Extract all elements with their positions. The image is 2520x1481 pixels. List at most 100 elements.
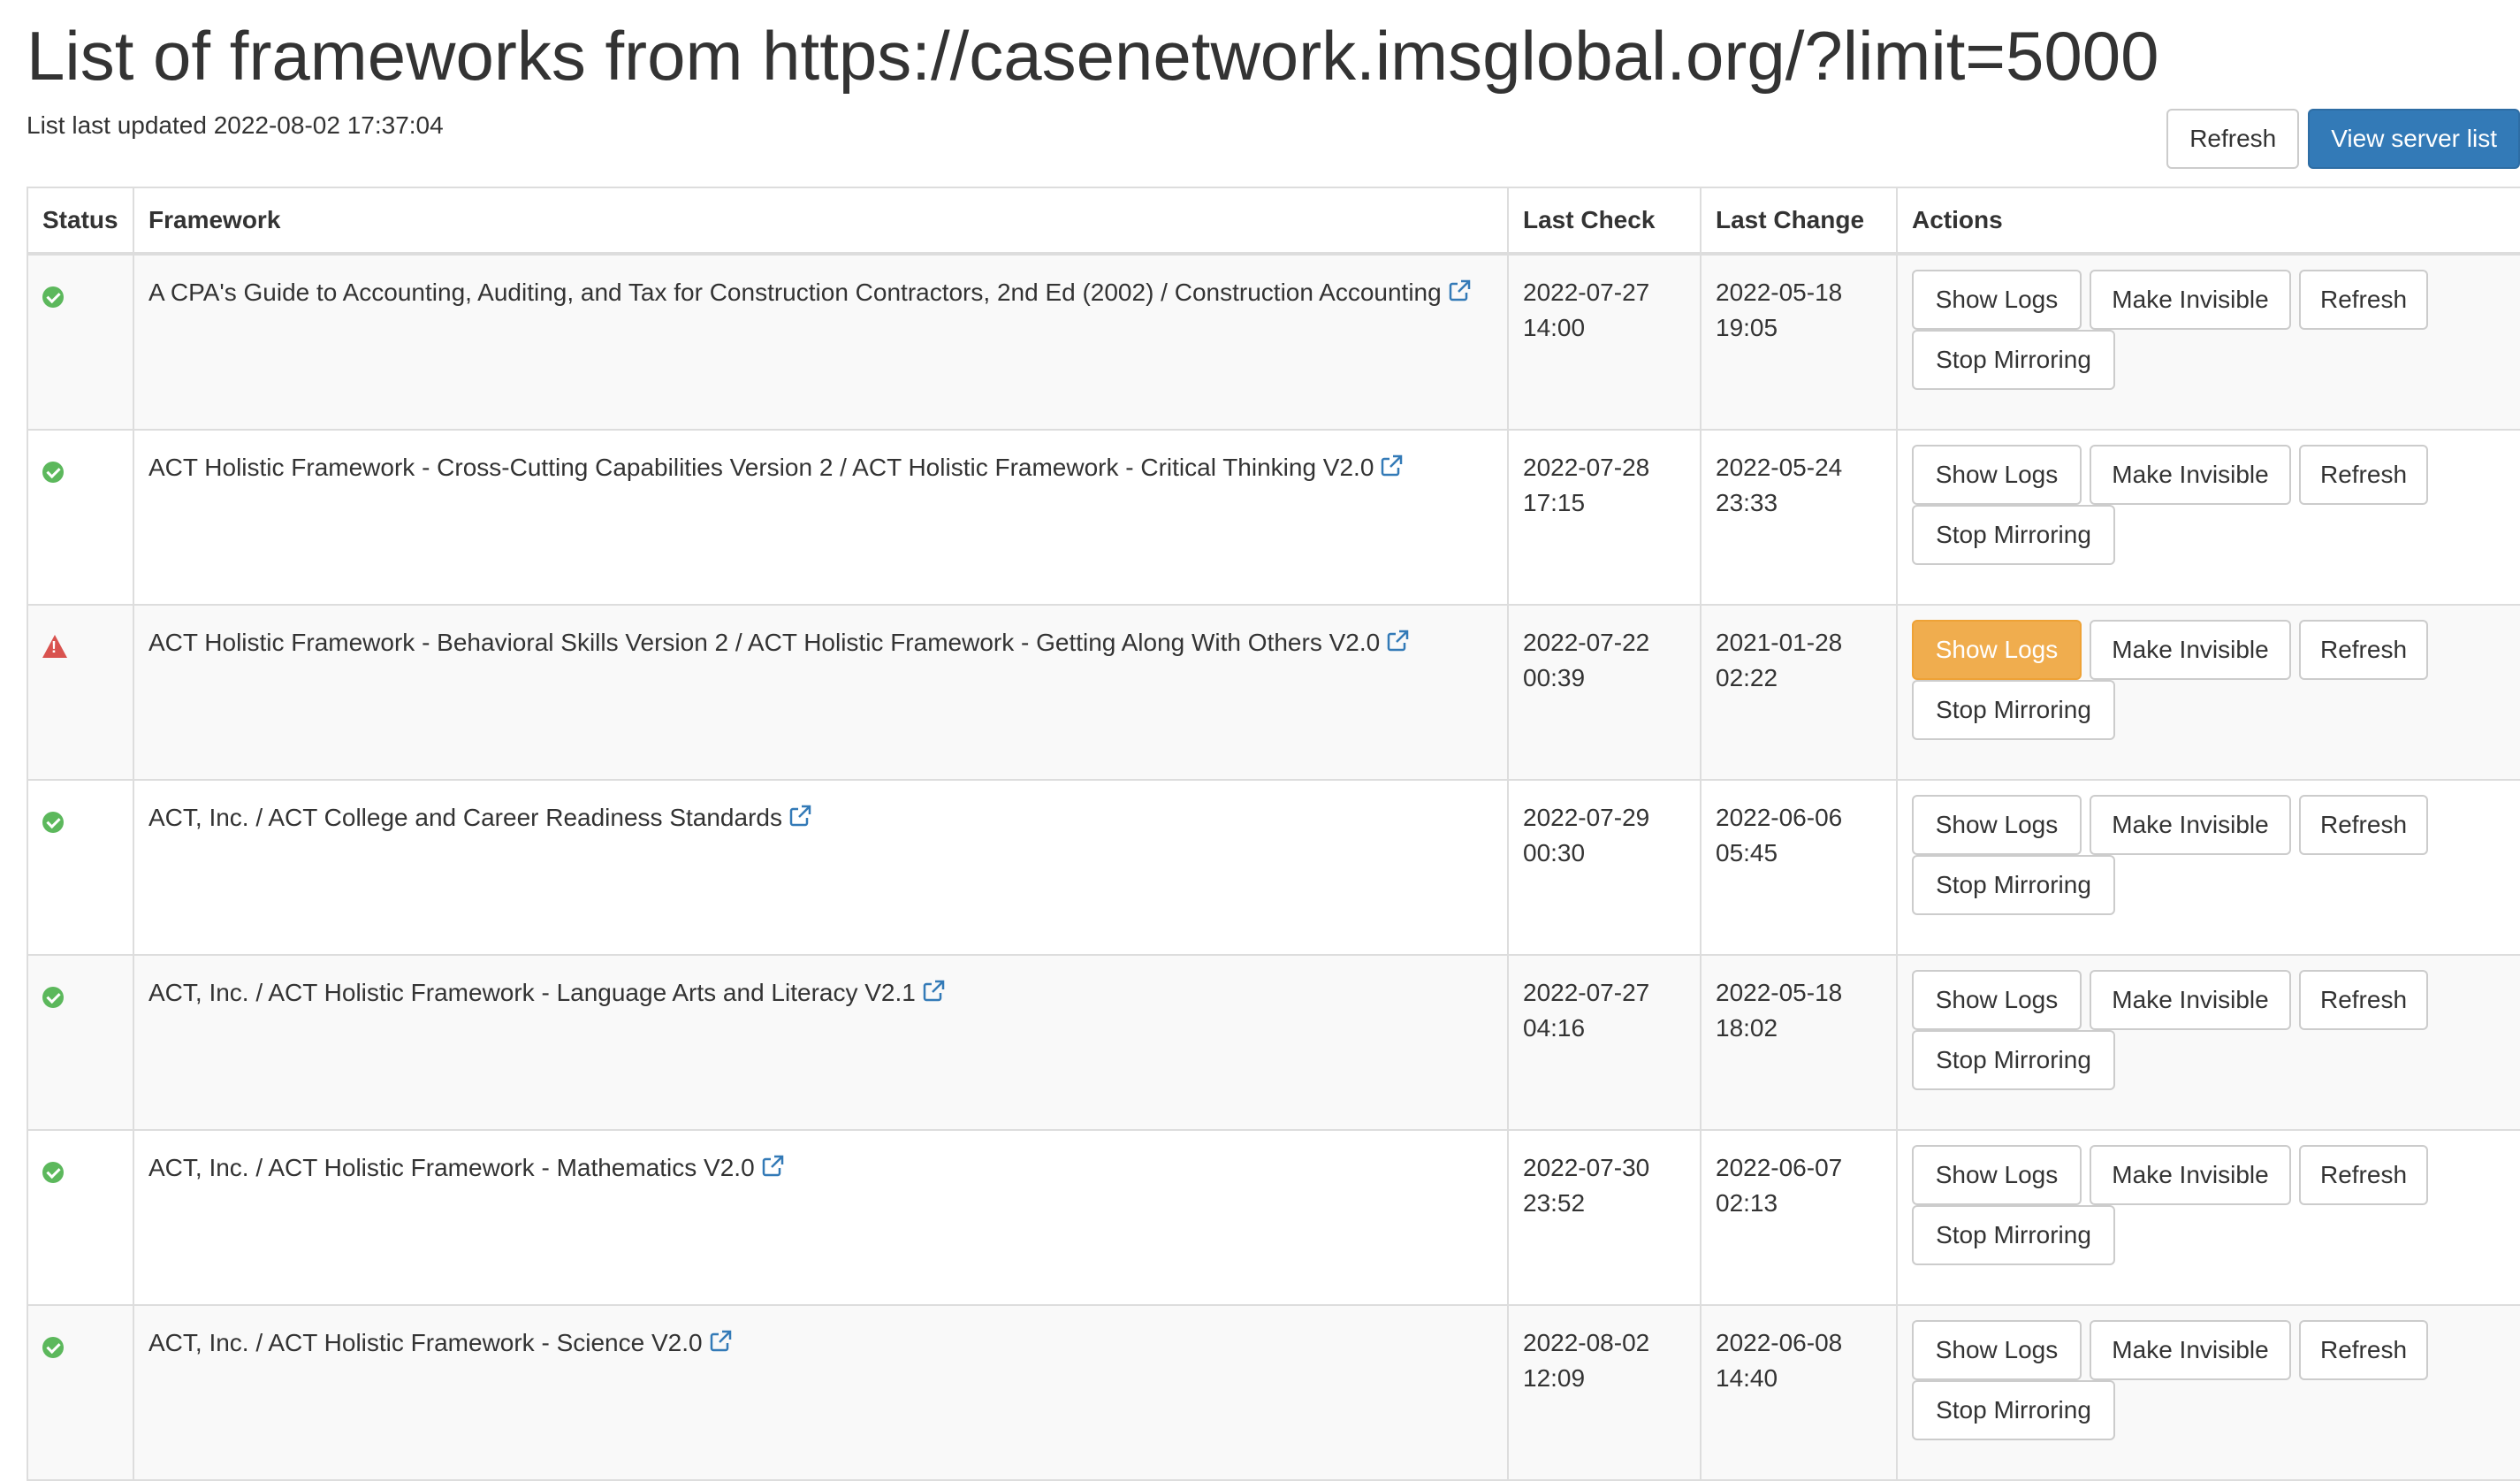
show-logs-button[interactable]: Show Logs	[1912, 1145, 2082, 1205]
actions-cell: Show Logs Make Invisible Refresh Stop Mirro…	[1896, 1129, 2520, 1306]
last-check-time: 17:15	[1523, 489, 1586, 516]
framework-cell: ACT Holistic Framework - Behavioral Skil…	[133, 604, 1509, 781]
make-invisible-button[interactable]: Make Invisible	[2090, 270, 2291, 330]
external-link-icon[interactable]	[708, 1329, 733, 1354]
external-link-icon[interactable]	[921, 979, 946, 1004]
last-check-date: 2022-07-30	[1523, 1154, 1650, 1181]
status-cell	[27, 779, 134, 956]
stop-mirroring-button[interactable]: Stop Mirroring	[1912, 330, 2115, 390]
table-row: ACT, Inc. / ACT Holistic Framework - Lan…	[27, 954, 2520, 1131]
table-row: ACT Holistic Framework - Behavioral Skil…	[27, 604, 2520, 781]
show-logs-button[interactable]: Show Logs	[1912, 795, 2082, 855]
actions-cell: Show Logs Make Invisible Refresh Stop Mirro…	[1896, 954, 2520, 1131]
show-logs-button[interactable]: Show Logs	[1912, 970, 2082, 1030]
last-change-cell: 2022-05-24 23:33	[1700, 429, 1898, 606]
framework-name: ACT, Inc. / ACT Holistic Framework - Sci…	[148, 1329, 703, 1356]
table-row: ACT, Inc. / ACT Holistic Framework - Sci…	[27, 1304, 2520, 1481]
row-refresh-button[interactable]: Refresh	[2299, 445, 2428, 505]
framework-name: ACT Holistic Framework - Cross-Cutting C…	[148, 454, 1374, 481]
last-check-date: 2022-07-22	[1523, 629, 1650, 656]
last-check-cell: 2022-07-28 17:15	[1507, 429, 1702, 606]
last-change-time: 18:02	[1716, 1014, 1778, 1042]
row-refresh-button[interactable]: Refresh	[2299, 970, 2428, 1030]
last-check-time: 04:16	[1523, 1014, 1586, 1042]
check-circle-icon	[42, 1337, 64, 1358]
actions-cell: Show Logs Make Invisible Refresh Stop Mirro…	[1896, 1304, 2520, 1481]
check-circle-icon	[42, 812, 64, 833]
show-logs-button[interactable]: Show Logs	[1912, 1320, 2082, 1380]
last-check-cell: 2022-08-02 12:09	[1507, 1304, 1702, 1481]
framework-cell: ACT, Inc. / ACT Holistic Framework - Sci…	[133, 1304, 1509, 1481]
external-link-icon[interactable]	[788, 804, 812, 828]
make-invisible-button[interactable]: Make Invisible	[2090, 1145, 2291, 1205]
table-row: ACT, Inc. / ACT College and Career Readi…	[27, 779, 2520, 956]
row-refresh-button[interactable]: Refresh	[2299, 620, 2428, 680]
actions-cell: Show Logs Make Invisible Refresh Stop Mirro…	[1896, 429, 2520, 606]
external-link-icon[interactable]	[760, 1154, 785, 1179]
framework-name: ACT, Inc. / ACT College and Career Readi…	[148, 804, 782, 831]
row-refresh-button[interactable]: Refresh	[2299, 795, 2428, 855]
column-header-last-change: Last Change	[1700, 187, 1898, 256]
last-check-time: 12:09	[1523, 1364, 1586, 1392]
page-title: List of frameworks from https://casenetw…	[27, 17, 2159, 95]
stop-mirroring-button[interactable]: Stop Mirroring	[1912, 1380, 2115, 1440]
status-cell	[27, 1129, 134, 1306]
make-invisible-button[interactable]: Make Invisible	[2090, 445, 2291, 505]
frameworks-table-container: Status Framework Last Check Last Change …	[27, 187, 2520, 1481]
show-logs-button[interactable]: Show Logs	[1912, 270, 2082, 330]
last-check-date: 2022-07-29	[1523, 804, 1650, 831]
framework-cell: ACT, Inc. / ACT Holistic Framework - Lan…	[133, 954, 1509, 1131]
last-check-time: 14:00	[1523, 314, 1586, 341]
make-invisible-button[interactable]: Make Invisible	[2090, 620, 2291, 680]
row-refresh-button[interactable]: Refresh	[2299, 1320, 2428, 1380]
external-link-icon[interactable]	[1379, 454, 1404, 478]
table-row: ACT Holistic Framework - Cross-Cutting C…	[27, 429, 2520, 606]
show-logs-button[interactable]: Show Logs	[1912, 620, 2082, 680]
stop-mirroring-button[interactable]: Stop Mirroring	[1912, 505, 2115, 565]
check-circle-icon	[42, 286, 64, 308]
stop-mirroring-button[interactable]: Stop Mirroring	[1912, 1030, 2115, 1090]
last-check-date: 2022-07-27	[1523, 979, 1650, 1006]
last-change-time: 19:05	[1716, 314, 1778, 341]
warning-triangle-icon	[42, 635, 67, 658]
last-change-date: 2022-06-07	[1716, 1154, 1843, 1181]
last-change-cell: 2021-01-28 02:22	[1700, 604, 1898, 781]
row-refresh-button[interactable]: Refresh	[2299, 270, 2428, 330]
last-change-time: 14:40	[1716, 1364, 1778, 1392]
row-refresh-button[interactable]: Refresh	[2299, 1145, 2428, 1205]
last-change-date: 2022-05-18	[1716, 279, 1843, 306]
last-change-date: 2022-06-06	[1716, 804, 1843, 831]
stop-mirroring-button[interactable]: Stop Mirroring	[1912, 855, 2115, 915]
framework-cell: ACT Holistic Framework - Cross-Cutting C…	[133, 429, 1509, 606]
refresh-list-button[interactable]: Refresh	[2166, 109, 2300, 169]
framework-name: A CPA's Guide to Accounting, Auditing, a…	[148, 279, 1442, 306]
column-header-last-check: Last Check	[1507, 187, 1702, 256]
make-invisible-button[interactable]: Make Invisible	[2090, 970, 2291, 1030]
actions-cell: Show Logs Make Invisible Refresh Stop Mirro…	[1896, 604, 2520, 781]
status-cell	[27, 429, 134, 606]
last-change-time: 05:45	[1716, 839, 1778, 866]
status-cell	[27, 1304, 134, 1481]
last-change-date: 2021-01-28	[1716, 629, 1843, 656]
table-row: A CPA's Guide to Accounting, Auditing, a…	[27, 253, 2520, 431]
last-change-time: 02:13	[1716, 1189, 1778, 1217]
check-circle-icon	[42, 987, 64, 1008]
last-check-cell: 2022-07-30 23:52	[1507, 1129, 1702, 1306]
external-link-icon[interactable]	[1385, 629, 1410, 653]
framework-cell: ACT, Inc. / ACT Holistic Framework - Mat…	[133, 1129, 1509, 1306]
status-cell	[27, 954, 134, 1131]
make-invisible-button[interactable]: Make Invisible	[2090, 1320, 2291, 1380]
make-invisible-button[interactable]: Make Invisible	[2090, 795, 2291, 855]
stop-mirroring-button[interactable]: Stop Mirroring	[1912, 680, 2115, 740]
view-server-list-button[interactable]: View server list	[2308, 109, 2520, 169]
stop-mirroring-button[interactable]: Stop Mirroring	[1912, 1205, 2115, 1265]
show-logs-button[interactable]: Show Logs	[1912, 445, 2082, 505]
external-link-icon[interactable]	[1447, 279, 1472, 303]
last-check-cell: 2022-07-22 00:39	[1507, 604, 1702, 781]
last-check-time: 00:39	[1523, 664, 1586, 691]
last-change-date: 2022-05-18	[1716, 979, 1843, 1006]
last-check-time: 23:52	[1523, 1189, 1586, 1217]
last-check-cell: 2022-07-27 14:00	[1507, 253, 1702, 431]
column-header-framework: Framework	[133, 187, 1509, 256]
table-row: ACT, Inc. / ACT Holistic Framework - Mat…	[27, 1129, 2520, 1306]
